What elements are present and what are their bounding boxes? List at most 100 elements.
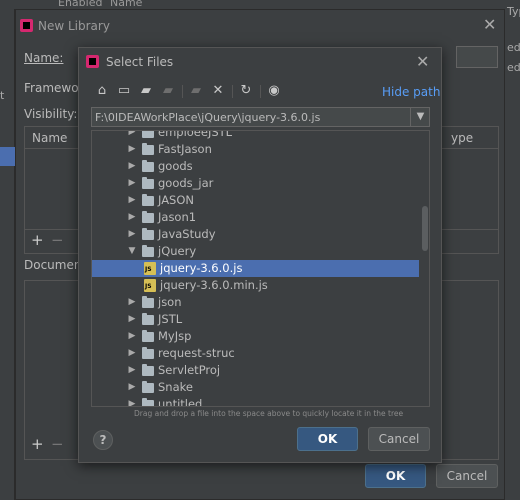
tree-folder-row[interactable]: ▼ jQuery <box>92 243 419 260</box>
chevron-right-icon[interactable]: ▶ <box>126 328 138 345</box>
folder-icon <box>142 177 154 189</box>
right-fragment: ed <box>507 41 520 54</box>
add-button[interactable]: + <box>31 231 44 249</box>
tree-folder-row[interactable]: ▶ JASON <box>92 192 419 209</box>
delete-icon[interactable]: ✕ <box>209 82 227 100</box>
remove-button[interactable]: − <box>51 231 64 249</box>
tree-folder-row[interactable]: ▶ goods <box>92 158 419 175</box>
tree-folder-row[interactable]: ▶ MyJsp <box>92 328 419 345</box>
chevron-right-icon[interactable]: ▶ <box>126 175 138 192</box>
tree-folder-row[interactable]: ▶ goods_jar <box>92 175 419 192</box>
tree-folder-row[interactable]: ▶ emploeeJSTL <box>92 130 419 141</box>
help-button[interactable]: ? <box>93 430 113 450</box>
tree-item-label: ServletProj <box>158 363 221 377</box>
tree-folder-row[interactable]: ▶ untitled <box>92 396 419 406</box>
background-left-panel: t <box>0 9 15 500</box>
header-enabled: Enabled <box>58 0 103 9</box>
dialog-title: New Library <box>38 19 110 33</box>
folder-icon <box>142 398 154 406</box>
chevron-right-icon[interactable]: ▶ <box>126 362 138 379</box>
tree-item-label: JASON <box>158 193 195 207</box>
right-fragment: ed <box>507 61 520 74</box>
chevron-down-icon[interactable]: ▼ <box>126 243 138 260</box>
chevron-right-icon[interactable]: ▶ <box>126 192 138 209</box>
name-input[interactable] <box>456 46 498 68</box>
tree-item-label: MyJsp <box>158 329 192 343</box>
right-fragment: Typ <box>507 5 520 18</box>
tree-folder-row[interactable]: ▶ json <box>92 294 419 311</box>
tree-item-label: Jason1 <box>158 210 197 224</box>
background-right-panel: Typ ed ed <box>505 5 520 500</box>
tree-item-label: FastJason <box>158 142 212 156</box>
chevron-right-icon[interactable]: ▶ <box>126 396 138 406</box>
tree-item-label: json <box>158 295 182 309</box>
desktop-icon[interactable]: ▭ <box>115 82 133 100</box>
cancel-button[interactable]: Cancel <box>436 464 498 488</box>
hide-path-link[interactable]: Hide path <box>382 85 440 99</box>
show-hidden-icon[interactable]: ◉ <box>265 82 283 100</box>
chevron-right-icon[interactable]: ▶ <box>126 345 138 362</box>
chevron-right-icon[interactable]: ▶ <box>126 226 138 243</box>
intellij-logo-icon <box>20 19 33 32</box>
js-file-icon <box>144 262 156 275</box>
drag-drop-hint: Drag and drop a file into the space abov… <box>134 409 404 418</box>
tree-file-row[interactable]: jquery-3.6.0.js <box>92 260 419 277</box>
tree-folder-row[interactable]: ▶ Snake <box>92 379 419 396</box>
header-name: Name <box>110 0 143 9</box>
column-name[interactable]: Name <box>32 127 67 149</box>
folder-icon <box>142 160 154 172</box>
tree-folder-row[interactable]: ▶ ServletProj <box>92 362 419 379</box>
project-folder-icon[interactable]: ▰ <box>137 82 155 100</box>
chevron-right-icon[interactable]: ▶ <box>126 209 138 226</box>
tree-folder-row[interactable]: ▶ JavaStudy <box>92 226 419 243</box>
path-input[interactable] <box>95 109 403 125</box>
folder-icon <box>142 194 154 206</box>
folder-icon <box>142 131 154 138</box>
file-tree[interactable]: ▶ emploeeJSTL ▶ FastJason ▶ goods ▶ goods_jar ▶ J… <box>91 130 430 407</box>
module-folder-icon[interactable]: ▰ <box>159 82 177 100</box>
folder-icon <box>142 245 154 257</box>
ok-button[interactable]: OK <box>297 427 358 451</box>
tree-item-label: request-struc <box>158 346 235 360</box>
chevron-right-icon[interactable]: ▶ <box>126 158 138 175</box>
chevron-down-icon[interactable]: ▼ <box>410 108 430 126</box>
visibility-label: Visibility: <box>24 107 78 121</box>
home-icon[interactable]: ⌂ <box>93 82 111 100</box>
folder-icon <box>142 313 154 325</box>
chevron-right-icon[interactable]: ▶ <box>126 311 138 328</box>
cancel-button[interactable]: Cancel <box>368 427 430 451</box>
remove-button[interactable]: − <box>51 435 64 453</box>
folder-icon <box>142 143 154 155</box>
close-icon[interactable]: ✕ <box>483 15 496 34</box>
path-combobox[interactable]: ▼ <box>91 107 430 127</box>
new-folder-icon[interactable]: ▰ <box>187 82 205 100</box>
ok-button[interactable]: OK <box>365 464 426 488</box>
toolbar-separator <box>232 85 233 98</box>
chevron-right-icon[interactable]: ▶ <box>126 379 138 396</box>
folder-icon <box>142 330 154 342</box>
column-type[interactable]: ype <box>451 127 473 149</box>
chevron-right-icon[interactable]: ▶ <box>126 294 138 311</box>
folder-icon <box>142 364 154 376</box>
close-icon[interactable]: ✕ <box>416 52 429 71</box>
tree-folder-row[interactable]: ▶ FastJason <box>92 141 419 158</box>
vertical-scrollbar[interactable] <box>422 206 428 251</box>
chevron-right-icon[interactable]: ▶ <box>126 141 138 158</box>
add-button[interactable]: + <box>31 435 44 453</box>
chevron-right-icon[interactable]: ▶ <box>126 131 138 141</box>
tree-item-label: Snake <box>158 380 193 394</box>
tree-folder-row[interactable]: ▶ Jason1 <box>92 209 419 226</box>
tree-item-label: jquery-3.6.0.min.js <box>160 278 268 292</box>
left-selection <box>0 147 15 166</box>
tree-folder-row[interactable]: ▶ request-struc <box>92 345 419 362</box>
refresh-icon[interactable]: ↻ <box>237 82 255 100</box>
tree-item-label: emploeeJSTL <box>158 130 233 139</box>
tree-file-row[interactable]: jquery-3.6.0.min.js <box>92 277 419 294</box>
folder-icon <box>142 228 154 240</box>
select-files-dialog: Select Files ✕ ⌂ ▭ ▰ ▰ ▰ ✕ ↻ ◉ Hide path… <box>78 47 442 463</box>
tree-folder-row[interactable]: ▶ JSTL <box>92 311 419 328</box>
dialog-title: Select Files <box>106 55 174 69</box>
folder-icon <box>142 211 154 223</box>
background-table-header: Enabled Name <box>0 0 520 9</box>
toolbar-separator <box>260 85 261 98</box>
